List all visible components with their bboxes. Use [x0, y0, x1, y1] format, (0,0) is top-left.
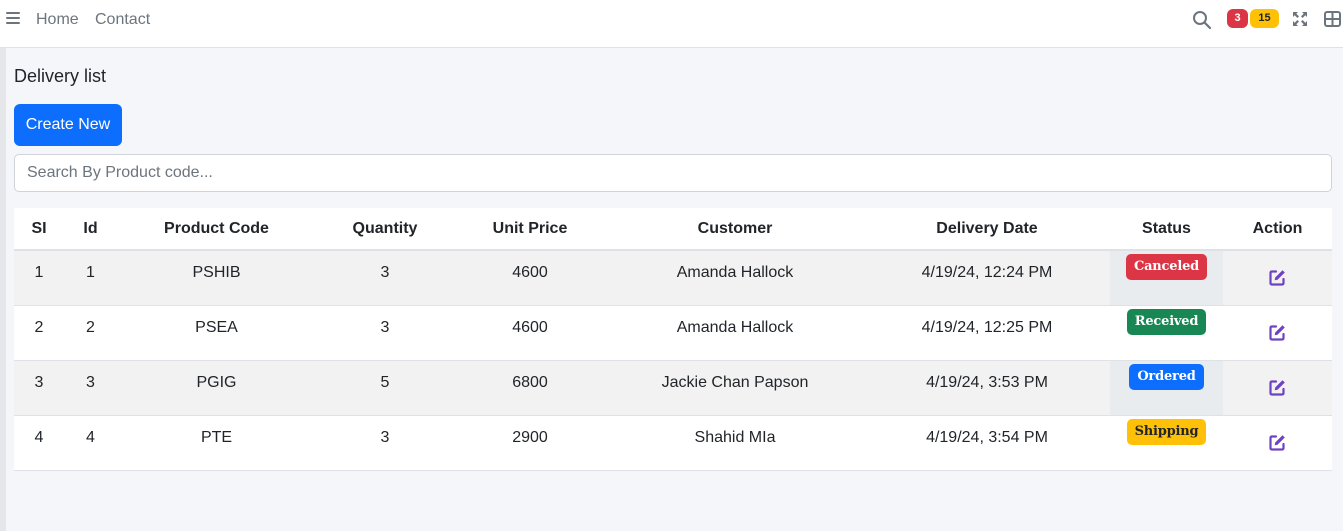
fullscreen-expand-icon[interactable]: [1292, 11, 1308, 27]
cell-product-code: PSHIB: [192, 264, 241, 281]
header-si[interactable]: SI: [14, 208, 64, 251]
edit-icon[interactable]: [1269, 379, 1286, 396]
delivery-table-container: SI Id Product Code Quantity Unit Price C…: [14, 208, 1332, 471]
messages-badge[interactable]: 15: [1250, 9, 1279, 28]
table-row: 2 2 PSEA 3 4600 Amanda Hallock 4/19/24, …: [14, 305, 1332, 360]
nav-contact-link[interactable]: Contact: [95, 11, 150, 29]
cell-status: Shipping: [1110, 415, 1223, 470]
edit-icon[interactable]: [1269, 434, 1286, 451]
header-product-code[interactable]: Product Code: [117, 208, 316, 251]
hamburger-menu-icon[interactable]: [6, 12, 20, 26]
cell-id: 3: [86, 373, 95, 391]
cell-action: [1223, 415, 1332, 470]
search-icon[interactable]: [1192, 10, 1212, 30]
top-navbar: Home Contact 3 15: [0, 0, 1343, 48]
cell-quantity: 3: [380, 318, 390, 336]
cell-delivery-date: 4/19/24, 3:54 PM: [926, 428, 1048, 446]
product-code-search-input[interactable]: [14, 154, 1332, 192]
cell-id: 4: [86, 428, 95, 446]
table-row: 4 4 PTE 3 2900 Shahid MIa 4/19/24, 3:54 …: [14, 415, 1332, 470]
cell-quantity: 3: [380, 428, 390, 446]
header-quantity[interactable]: Quantity: [316, 208, 454, 251]
header-status[interactable]: Status: [1110, 208, 1223, 251]
page-title: Delivery list: [14, 66, 107, 86]
cell-action: [1223, 360, 1332, 415]
nav-home-link[interactable]: Home: [36, 11, 79, 29]
table-row: 3 3 PGIG 5 6800 Jackie Chan Papson 4/19/…: [14, 360, 1332, 415]
create-new-button[interactable]: Create New: [14, 104, 122, 146]
header-unit-price[interactable]: Unit Price: [454, 208, 606, 251]
cell-id: 1: [86, 264, 95, 281]
cell-customer: Shahid MIa: [694, 428, 776, 446]
sidebar-edge: [0, 48, 6, 531]
cell-delivery-date: 4/19/24, 3:53 PM: [926, 373, 1048, 391]
cell-customer: Amanda Hallock: [676, 264, 794, 281]
cell-customer: Amanda Hallock: [676, 318, 794, 336]
cell-status: Ordered: [1110, 360, 1223, 415]
cell-quantity: 5: [380, 373, 390, 391]
cell-unit-price: 4600: [512, 264, 548, 281]
delivery-table: SI Id Product Code Quantity Unit Price C…: [14, 208, 1332, 471]
cell-quantity: 3: [380, 264, 390, 281]
cell-id: 2: [86, 318, 95, 336]
notifications-badge[interactable]: 3: [1227, 9, 1248, 28]
cell-unit-price: 6800: [512, 373, 548, 391]
header-id[interactable]: Id: [64, 208, 117, 251]
cell-si: 2: [34, 318, 44, 336]
control-sidebar-grid-icon[interactable]: [1324, 11, 1341, 27]
status-badge: Ordered: [1129, 363, 1204, 390]
table-row: 1 1 PSHIB 3 4600 Amanda Hallock 4/19/24,…: [14, 250, 1332, 305]
header-customer[interactable]: Customer: [606, 208, 864, 251]
status-badge: Received: [1126, 308, 1207, 335]
status-badge: Canceled: [1125, 254, 1208, 280]
cell-action: [1223, 305, 1332, 360]
status-badge: Shipping: [1126, 418, 1207, 445]
cell-action: [1223, 250, 1332, 305]
edit-icon[interactable]: [1269, 269, 1286, 286]
cell-unit-price: 2900: [512, 428, 548, 446]
cell-unit-price: 4600: [512, 318, 548, 336]
header-delivery-date[interactable]: Delivery Date: [864, 208, 1110, 251]
cell-product-code: PGIG: [196, 373, 237, 391]
cell-si: 4: [34, 428, 44, 446]
header-action: Action: [1223, 208, 1332, 251]
cell-product-code: PTE: [200, 428, 233, 446]
cell-delivery-date: 4/19/24, 12:25 PM: [921, 318, 1053, 336]
cell-delivery-date: 4/19/24, 12:24 PM: [921, 264, 1053, 281]
edit-icon[interactable]: [1269, 324, 1286, 341]
cell-status: Canceled: [1110, 250, 1223, 305]
cell-product-code: PSEA: [195, 318, 238, 336]
cell-si: 1: [34, 264, 44, 281]
cell-si: 3: [34, 373, 44, 391]
cell-customer: Jackie Chan Papson: [661, 373, 809, 391]
cell-status: Received: [1110, 305, 1223, 360]
table-header-row: SI Id Product Code Quantity Unit Price C…: [14, 208, 1332, 251]
